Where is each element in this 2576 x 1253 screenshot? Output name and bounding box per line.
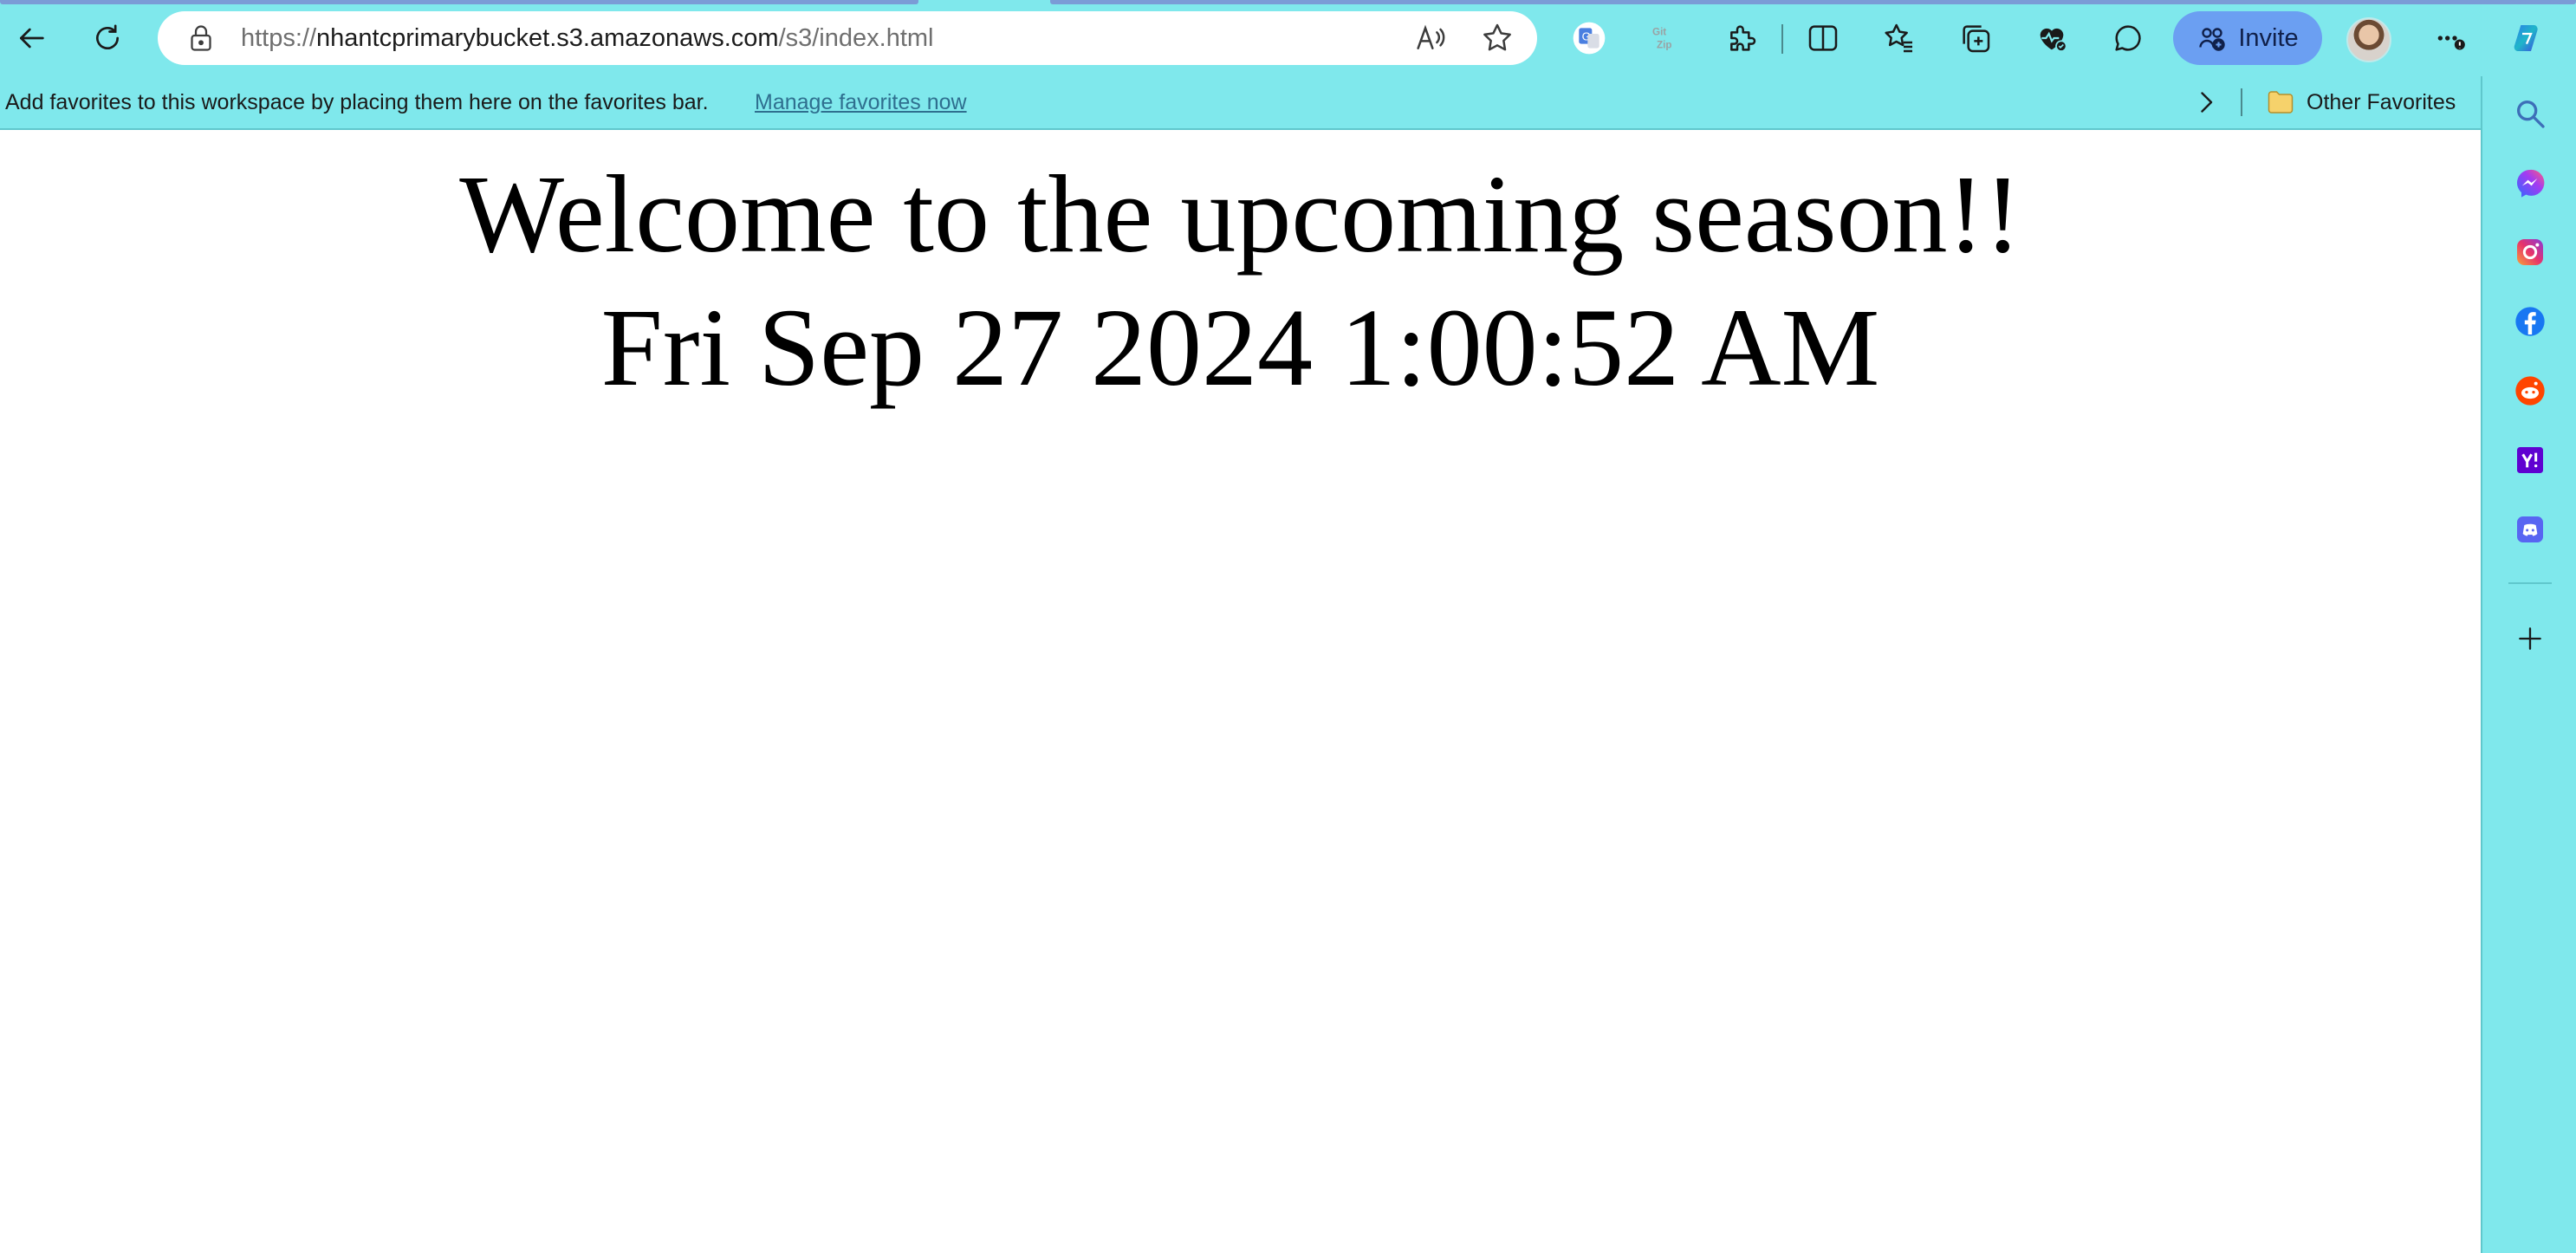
tab-strip-indicator (0, 0, 918, 4)
gitzip-icon: Git Zip (1652, 27, 1671, 51)
collections-button[interactable] (1950, 12, 2002, 64)
page-heading: Welcome to the upcoming season!! (459, 153, 2021, 276)
refresh-button[interactable] (81, 12, 133, 64)
read-aloud-icon[interactable] (1412, 21, 1447, 55)
refresh-icon (96, 24, 119, 49)
copilot-icon (2514, 25, 2538, 51)
google-translate-button[interactable]: G (1563, 12, 1615, 64)
google-translate-icon: G (1573, 22, 1606, 55)
invite-button[interactable]: Invite (2173, 11, 2322, 65)
other-favorites-label: Other Favorites (2307, 89, 2456, 114)
feedback-button[interactable] (2102, 12, 2154, 64)
search-icon (2517, 101, 2545, 128)
svg-text:Git: Git (1652, 27, 1666, 38)
chat-icon (2115, 25, 2141, 51)
extensions-button[interactable] (1716, 12, 1768, 64)
collections-icon (1963, 25, 1990, 53)
back-button[interactable] (5, 12, 57, 64)
browser-toolbar: https://nhantcprimarybucket.s3.amazonaws… (0, 0, 2576, 76)
sidebar-item-messenger[interactable] (2510, 163, 2550, 203)
favorites-button[interactable] (1873, 12, 1925, 64)
lock-icon[interactable] (185, 23, 217, 54)
puzzle-icon (1730, 25, 1756, 51)
page-datetime: Fri Sep 27 2024 1:00:52 AM (600, 286, 1880, 409)
sidebar-item-reddit[interactable] (2510, 371, 2550, 411)
url-host: nhantcprimarybucket.s3.amazonaws.com (316, 24, 779, 52)
avatar[interactable] (2346, 17, 2391, 62)
discord-icon (2517, 516, 2543, 542)
reddit-icon (2515, 376, 2545, 406)
invite-label: Invite (2238, 23, 2299, 52)
gitzip-button[interactable]: Git Zip (1639, 12, 1691, 64)
sidebar-item-discord[interactable] (2510, 510, 2550, 549)
heart-health-icon (2040, 28, 2067, 52)
folder-icon (2268, 91, 2294, 114)
split-screen-button[interactable] (1797, 12, 1849, 64)
split-screen-icon (1808, 25, 1838, 51)
svg-text:Zip: Zip (1657, 40, 1671, 51)
back-arrow-icon (20, 28, 44, 49)
sidebar-item-yahoo[interactable] (2510, 440, 2550, 480)
page-content: Welcome to the upcoming season!! Fri Sep… (0, 130, 2481, 1253)
instagram-icon (2517, 239, 2543, 265)
other-favorites-folder[interactable]: Other Favorites (2265, 76, 2456, 128)
messenger-icon (2517, 169, 2545, 198)
favorites-bar: Add favorites to this workspace by placi… (0, 76, 2481, 130)
star-icon[interactable] (1480, 21, 1515, 55)
toolbar-divider (1781, 24, 1783, 54)
chevron-right-icon[interactable] (2190, 87, 2222, 118)
favorites-bar-message: Add favorites to this workspace by placi… (5, 90, 709, 114)
facebook-icon (2515, 307, 2545, 336)
manage-favorites-link[interactable]: Manage favorites now (755, 76, 967, 128)
copilot-button[interactable] (2501, 12, 2553, 64)
add-icon (2519, 627, 2541, 650)
favorites-divider (2241, 88, 2242, 116)
more-icon (2437, 36, 2465, 50)
url-scheme: https:// (241, 24, 317, 52)
tab-strip-indicator (1050, 0, 2576, 4)
sidebar-item-search[interactable] (2510, 94, 2550, 133)
health-button[interactable] (2026, 12, 2078, 64)
people-icon (2199, 28, 2226, 51)
sidebar-item-instagram[interactable] (2510, 232, 2550, 272)
yahoo-icon (2517, 447, 2543, 473)
url-text[interactable]: https://nhantcprimarybucket.s3.amazonaws… (241, 11, 933, 65)
address-bar[interactable]: https://nhantcprimarybucket.s3.amazonaws… (158, 11, 1537, 65)
sidebar-item-add[interactable] (2510, 619, 2550, 659)
more-button[interactable] (2424, 12, 2476, 64)
sidebar-divider (2508, 582, 2552, 584)
sidebar-item-facebook[interactable] (2510, 302, 2550, 341)
url-path: /s3/index.html (778, 24, 934, 52)
edge-sidebar (2481, 76, 2576, 1253)
favorites-icon (1885, 23, 1912, 53)
